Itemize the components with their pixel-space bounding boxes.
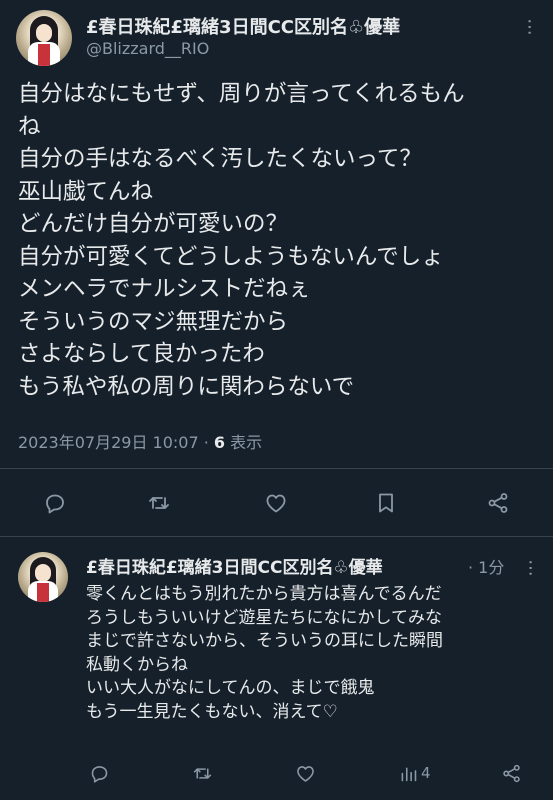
more-options-icon[interactable]: ··· <box>519 18 540 35</box>
tweet-line: さよならして良かったわ <box>18 341 265 367</box>
share-button[interactable] <box>485 490 511 516</box>
reply-actions: 4 <box>0 760 553 790</box>
retweet-icon <box>149 497 169 509</box>
display-name[interactable]: £春日珠紀£璃緒3日間CC区別名♧優華 <box>86 553 383 578</box>
retweet-button[interactable] <box>146 490 172 516</box>
tweet-line: 自分の手はなるべく汚したくないって？ <box>18 146 422 172</box>
tweet-line: メンヘラでナルシストだねぇ <box>18 276 311 302</box>
tweet-line: 自分が可愛くてどうしようもないんでしょ <box>18 243 444 270</box>
share-icon <box>488 493 508 513</box>
retweet-button[interactable] <box>189 760 215 786</box>
reply-line: いい大人がなにしてんの、まじで餓鬼 <box>86 678 375 699</box>
tweet-line: どんだけ自分が可愛いの？ <box>18 211 289 237</box>
like-icon <box>296 765 314 782</box>
views-label: 表示 <box>225 433 263 452</box>
reply-line: 私動くからね <box>86 654 188 675</box>
bookmark-icon <box>379 493 393 513</box>
views-count: 4 <box>421 764 431 782</box>
retweet-icon <box>193 767 211 779</box>
reply-line: まじで許さないから、そういうの耳にした瞬間 <box>86 631 443 652</box>
tweet-line: そういうのマジ無理だから <box>18 308 289 335</box>
bookmark-button[interactable] <box>373 490 399 516</box>
reply-button[interactable] <box>86 760 112 786</box>
reply-button[interactable] <box>42 490 68 516</box>
like-icon <box>266 494 286 513</box>
timestamp[interactable]: 2023年07月29日 10:07 <box>18 433 199 452</box>
reply-line: もう一生見たくもない、消えて♡ <box>86 701 338 722</box>
share-button[interactable] <box>498 760 524 786</box>
share-icon <box>502 764 520 782</box>
meta-separator: · <box>198 433 214 452</box>
divider <box>0 468 553 469</box>
reply-line: 零くんとはもう別れたから貴方は喜んでるんだ <box>86 584 442 604</box>
reply-text: 零くんとはもう別れたから貴方は喜んでるんだ ろうしもういいけど遊星たちになにかし… <box>86 583 546 725</box>
avatar[interactable] <box>18 552 68 602</box>
views-icon <box>401 766 416 781</box>
divider <box>0 536 553 537</box>
reply-line: ろうしもういいけど遊星たちになにかしてみな <box>86 607 442 628</box>
avatar[interactable] <box>16 10 72 66</box>
tweet-line: 巫山戯てんね <box>18 178 154 205</box>
views-button[interactable] <box>395 760 421 786</box>
tweet-line: ね <box>18 113 41 140</box>
like-button[interactable] <box>263 490 289 516</box>
like-button[interactable] <box>292 760 318 786</box>
reply-icon <box>91 765 107 783</box>
reply-icon <box>46 494 64 514</box>
tweet-meta: 2023年07月29日 10:07 · 6 表示 <box>18 429 262 453</box>
more-options-icon[interactable]: ··· <box>520 559 541 576</box>
display-name[interactable]: £春日珠紀£璃緒3日間CC区別名♧優華 <box>86 13 400 39</box>
tweet-text: 自分はなにもせず、周りが言ってくれるもん ね 自分の手はなるべく汚したくないって… <box>18 78 538 403</box>
tweet-line: もう私や私の周りに関わらないで <box>18 373 355 400</box>
post-time[interactable]: · 1分 <box>468 554 504 578</box>
views-count: 6 <box>213 433 226 452</box>
tweet-line: 自分はなにもせず、周りが言ってくれるもん <box>18 81 465 107</box>
user-handle[interactable]: @Blizzard__RIO <box>86 39 209 58</box>
tweet-actions <box>0 490 553 520</box>
